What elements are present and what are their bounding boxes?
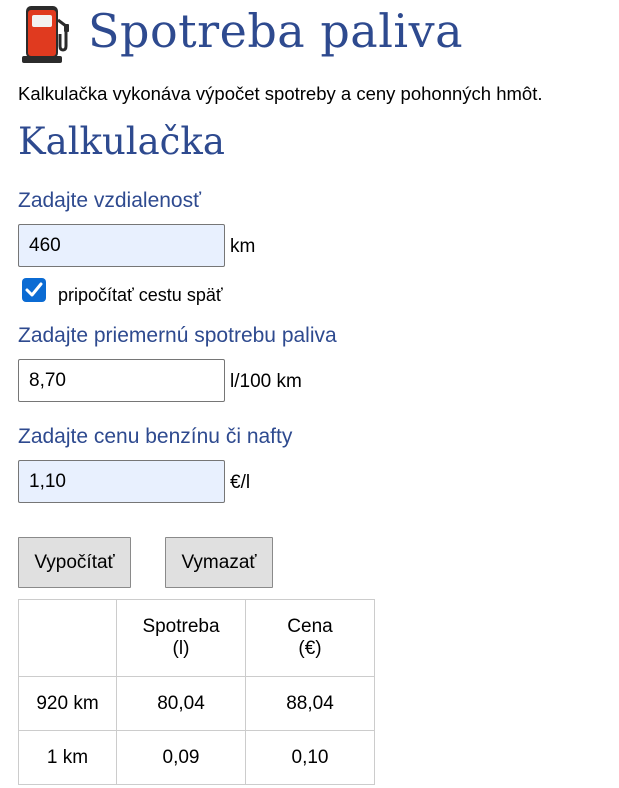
results-header-price-line2: (€) <box>298 638 322 659</box>
fuel-pump-icon <box>20 4 72 69</box>
distance-unit: km <box>230 236 256 257</box>
results-header-consumption-line2: (l) <box>172 638 190 659</box>
results-table: Spotreba (l) Cena (€) 920 km 80,04 88,04… <box>18 599 375 785</box>
results-header-consumption-line1: Spotreba <box>142 616 220 637</box>
page-title: Spotreba paliva <box>88 4 464 58</box>
results-header-price-line1: Cena <box>287 616 333 637</box>
table-row: 920 km 80,04 88,04 <box>18 676 375 731</box>
consumption-unit: l/100 km <box>230 371 302 392</box>
row-distance-cell: 920 km <box>18 676 117 731</box>
return-trip-checkbox[interactable] <box>22 278 46 302</box>
row-price-cell: 88,04 <box>245 676 375 731</box>
clear-button[interactable]: Vymazať <box>165 537 273 588</box>
table-row: 1 km 0,09 0,10 <box>18 730 375 785</box>
distance-input[interactable] <box>18 224 225 267</box>
calculator-heading: Kalkulačka <box>18 120 225 163</box>
row-distance-cell: 1 km <box>18 730 117 785</box>
results-header-empty <box>18 599 117 677</box>
return-trip-label[interactable]: pripočítať cestu späť <box>58 285 223 306</box>
row-price-cell: 0,10 <box>245 730 375 785</box>
price-label: Zadajte cenu benzínu či nafty <box>18 425 293 448</box>
results-header-price: Cena (€) <box>245 599 375 677</box>
results-header-consumption: Spotreba (l) <box>116 599 246 677</box>
row-consumption-cell: 0,09 <box>116 730 246 785</box>
checkmark-icon <box>25 282 43 297</box>
calculate-button[interactable]: Vypočítať <box>18 537 131 588</box>
row-consumption-cell: 80,04 <box>116 676 246 731</box>
results-header-row: Spotreba (l) Cena (€) <box>18 599 375 677</box>
consumption-label: Zadajte priemernú spotrebu paliva <box>18 324 337 347</box>
intro-text: Kalkulačka vykonáva výpočet spotreby a c… <box>18 83 543 104</box>
price-input[interactable] <box>18 460 225 503</box>
price-unit: €/l <box>230 472 251 493</box>
distance-label: Zadajte vzdialenosť <box>18 189 201 212</box>
consumption-input[interactable] <box>18 359 225 402</box>
